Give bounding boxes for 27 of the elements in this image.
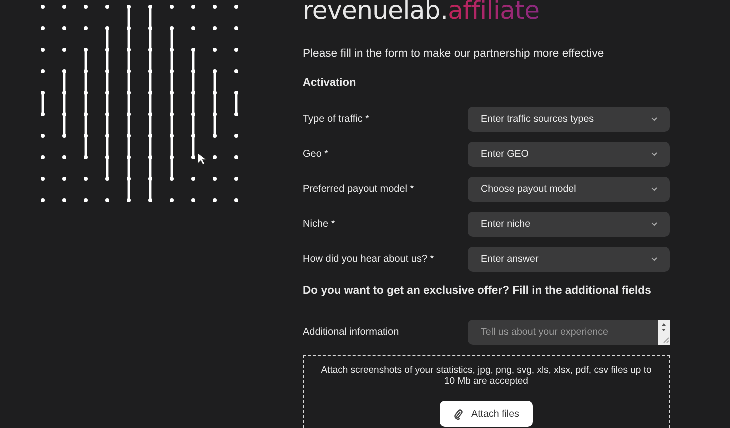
paperclip-icon	[454, 408, 463, 420]
logo-text: revenuelab.	[303, 0, 448, 25]
dropdown-field[interactable]: Enter GEO	[468, 142, 670, 167]
chevron-down-icon	[651, 117, 658, 122]
chevron-down-icon	[651, 187, 658, 192]
text-area-field[interactable]: Tell us about your experience	[468, 320, 670, 345]
cursor-icon	[197, 152, 207, 166]
dropdown-field[interactable]: Enter answer	[468, 247, 670, 272]
chevron-down-icon	[651, 222, 658, 227]
scrollbar-icon	[658, 320, 670, 345]
section-title: Activation	[303, 77, 358, 89]
field-label: Additional information	[303, 327, 400, 338]
dropdown-field[interactable]: Enter traffic sources types	[468, 107, 670, 132]
section-title: Do you want to get an exclusive offer? Fill in the additional fields	[303, 285, 652, 297]
field-label: Geo *	[303, 149, 330, 160]
intro-text: Please fill in the form to make our partnership more effective	[303, 48, 606, 60]
chevron-down-icon	[651, 257, 658, 262]
upload-hint: Attach screenshots of your statistics, jpg, png, svg, xls, xlsx, pdf, csv files up to 10 Mb are accepted	[320, 365, 653, 387]
field-label: Niche *	[303, 219, 336, 230]
dropdown-field[interactable]: Choose payout model	[468, 177, 670, 202]
chevron-down-icon	[651, 152, 658, 157]
field-label: How did you hear about us? *	[303, 254, 436, 265]
file-drop-zone[interactable]: Attach screenshots of your statistics, jpg, png, svg, xls, xlsx, pdf, csv files up to 10 Mb are accepted Attach files	[303, 355, 670, 428]
field-label: Preferred payout model *	[303, 184, 416, 195]
attach-files-button[interactable]: Attach files	[440, 401, 534, 427]
field-label: Type of traffic *	[303, 114, 371, 125]
dropdown-field[interactable]: Enter niche	[468, 212, 670, 237]
